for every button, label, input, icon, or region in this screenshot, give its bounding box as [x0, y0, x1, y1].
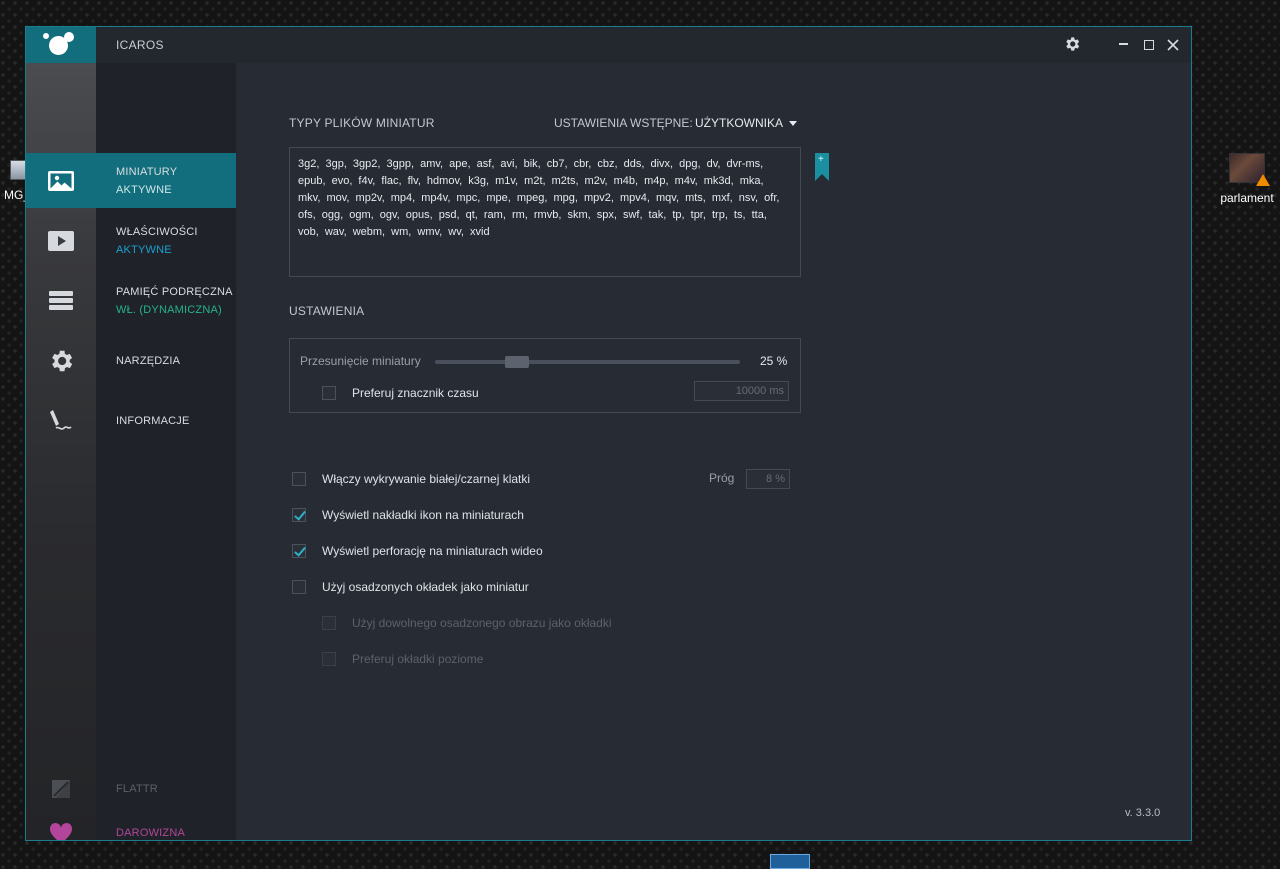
offset-value: 25 %	[760, 354, 788, 368]
close-icon	[1167, 39, 1179, 51]
sidebar-item-label: INFORMACJE	[116, 414, 190, 427]
sub-option-label: Użyj dowolnego osadzonego obrazu jako ok…	[352, 616, 612, 630]
preset-label: USTAWIENIA WSTĘPNE:	[554, 116, 693, 130]
film-perforation-checkbox[interactable]	[292, 544, 306, 558]
version-label: v. 3.3.0	[1125, 807, 1161, 819]
settings-group: Przesunięcie miniatury 25 % Preferuj zna…	[289, 338, 801, 413]
file-types-textarea[interactable]: 3g2, 3gp, 3gp2, 3gpp, amv, ape, asf, avi…	[289, 147, 801, 277]
prefer-landscape-covers-checkbox[interactable]	[322, 652, 336, 666]
any-embedded-image-checkbox[interactable]	[322, 616, 336, 630]
flattr-link[interactable]: FLATTR	[116, 783, 158, 795]
sidebar-item-info[interactable]: INFORMACJE	[96, 393, 236, 448]
title-bar[interactable]: ICAROS	[26, 27, 1191, 63]
option-label: Wyświetl nakładki ikon na miniaturach	[322, 508, 524, 522]
threshold-field[interactable]: 8 %	[746, 469, 790, 489]
sidebar-item-status: WŁ. (DYNAMICZNA)	[116, 303, 222, 316]
sidebar-item-thumbnails[interactable]: MINIATURY AKTYWNE	[96, 153, 236, 208]
sub-option-label: Preferuj okładki poziome	[352, 652, 484, 666]
sidebar-item-properties[interactable]: WŁAŚCIWOŚCI AKTYWNE	[96, 213, 236, 268]
window-title: ICAROS	[116, 38, 164, 52]
sidebar-item-label: WŁAŚCIWOŚCI	[116, 225, 198, 238]
bookmark-icon[interactable]: +	[815, 153, 829, 181]
sidebar-nav: MINIATURY AKTYWNE WŁAŚCIWOŚCI AKTYWNE PA…	[96, 63, 236, 840]
taskbar-app-icon[interactable]	[770, 854, 810, 869]
settings-heading: USTAWIENIA	[289, 304, 365, 318]
option-label: Wyświetl perforację na miniaturach wideo	[322, 544, 543, 558]
heart-icon[interactable]	[26, 805, 96, 840]
desktop-icon-label: parlament	[1220, 191, 1274, 205]
sidebar-item-status: AKTYWNE	[116, 243, 172, 256]
preset-dropdown[interactable]: UŻYTKOWNIKA	[695, 116, 783, 130]
sidebar-item-label: NARZĘDZIA	[116, 354, 181, 367]
threshold-label: Próg	[709, 471, 735, 485]
sidebar-item-label: PAMIĘĆ PODRĘCZNA	[116, 285, 233, 298]
offset-slider[interactable]	[435, 356, 740, 368]
offset-label: Przesunięcie miniatury	[300, 354, 421, 368]
desktop-icon-parlament[interactable]: parlament	[1214, 153, 1280, 205]
maximize-button[interactable]	[1144, 40, 1154, 50]
sidebar-item-tools[interactable]: NARZĘDZIA	[96, 333, 236, 388]
icon-overlay-checkbox[interactable]	[292, 508, 306, 522]
info-signature-icon[interactable]	[26, 393, 96, 448]
sidebar-item-label: MINIATURY	[116, 165, 178, 178]
embedded-covers-checkbox[interactable]	[292, 580, 306, 594]
file-types-heading: TYPY PLIKÓW MINIATUR	[289, 116, 435, 130]
video-file-icon	[1229, 153, 1270, 186]
thumbnails-nav-icon[interactable]	[26, 153, 96, 208]
option-label: Użyj osadzonych okładek jako miniatur	[322, 580, 529, 594]
icaros-window: ICAROS MINIATURY AKTYWNE WŁAŚCIWOŚCI AKT…	[25, 26, 1192, 841]
settings-gear-icon[interactable]	[1063, 35, 1081, 53]
detect-black-white-checkbox[interactable]	[292, 472, 306, 486]
offset-slider-thumb[interactable]	[505, 356, 529, 368]
option-label: Włączy wykrywanie białej/czarnej klatki	[322, 472, 531, 486]
tools-gear-icon[interactable]	[26, 333, 96, 388]
video-play-icon[interactable]	[26, 213, 96, 268]
main-panel: TYPY PLIKÓW MINIATUR USTAWIENIA WSTĘPNE:…	[236, 63, 1191, 840]
minimize-button[interactable]	[1119, 43, 1128, 45]
donate-link[interactable]: DAROWIZNA	[116, 827, 185, 839]
timestamp-field[interactable]: 10000 ms	[694, 381, 789, 401]
prefer-timestamp-label: Preferuj znacznik czasu	[352, 386, 479, 400]
sidebar-item-status: AKTYWNE	[116, 183, 172, 196]
close-button[interactable]	[1166, 38, 1180, 52]
app-logo-icon	[26, 27, 96, 63]
prefer-timestamp-checkbox[interactable]	[322, 386, 336, 400]
icon-rail	[26, 63, 96, 840]
cache-stack-icon[interactable]	[26, 273, 96, 328]
chevron-down-icon[interactable]	[789, 121, 797, 126]
sidebar-item-cache[interactable]: PAMIĘĆ PODRĘCZNA WŁ. (DYNAMICZNA)	[96, 273, 236, 328]
